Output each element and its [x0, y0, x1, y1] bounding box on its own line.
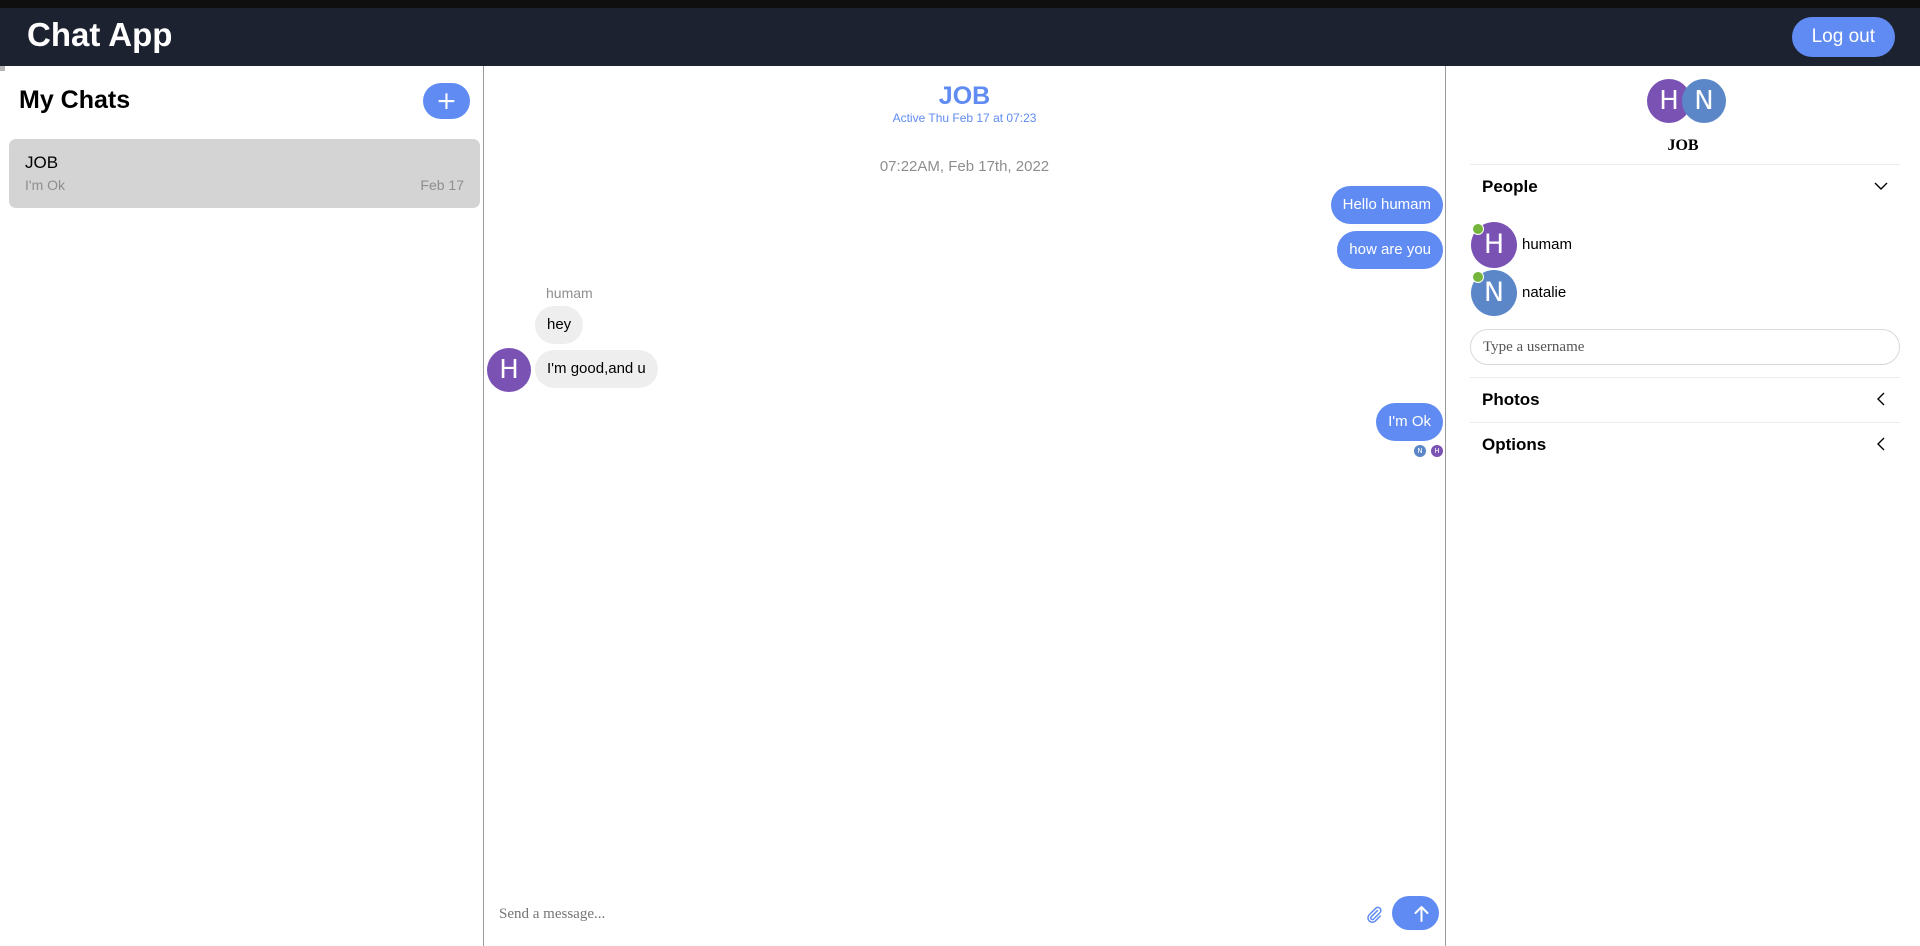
conversation-title: JOB	[938, 82, 991, 110]
chevron-down-icon	[1874, 182, 1888, 190]
chat-last-message: I'm Ok	[25, 177, 66, 193]
chevron-left-icon	[1877, 437, 1885, 451]
message-sender-name: humam	[546, 285, 593, 301]
photos-section-header[interactable]: Photos	[1470, 377, 1900, 422]
my-chats-heading: My Chats	[19, 86, 131, 114]
arrow-up-icon	[1414, 906, 1429, 922]
chat-list-item[interactable]: JOB I'm Ok Feb 17	[9, 139, 480, 208]
online-indicator	[1472, 271, 1484, 283]
people-section-header[interactable]: People	[1470, 164, 1900, 209]
message-input[interactable]	[497, 896, 1321, 932]
incoming-message: hey	[535, 306, 584, 344]
person-name: humam	[1522, 236, 1573, 253]
outgoing-message: how are you	[1337, 231, 1443, 269]
person-name: natalie	[1522, 284, 1567, 301]
chat-name: JOB	[25, 153, 59, 172]
group-avatar: N	[1682, 79, 1726, 123]
app-title: Chat App	[27, 16, 173, 53]
group-avatars: H N	[1647, 79, 1727, 123]
conversation-status: Active Thu Feb 17 at 07:23	[892, 111, 1037, 125]
read-receipt-avatar: H	[1431, 445, 1443, 457]
panel-corner-mark	[0, 66, 5, 71]
incoming-message: I'm good,and u	[535, 350, 658, 388]
paperclip-icon[interactable]	[1364, 904, 1384, 924]
chat-date: Feb 17	[420, 177, 464, 193]
logout-button[interactable]: Log out	[1791, 17, 1895, 57]
read-receipt-avatar: N	[1414, 445, 1426, 457]
photos-heading: Photos	[1482, 390, 1540, 409]
chat-list-panel: My Chats + JOB I'm Ok Feb 17	[0, 66, 484, 946]
chat-details-panel: H N JOB People H humam N natalie Photos …	[1446, 66, 1920, 946]
person-row-humam[interactable]: H humam	[1471, 222, 1871, 268]
send-button[interactable]	[1392, 896, 1439, 930]
conversation-panel: JOB Active Thu Feb 17 at 07:23 07:22AM, …	[484, 66, 1446, 946]
options-heading: Options	[1482, 435, 1547, 454]
person-row-natalie[interactable]: N natalie	[1471, 270, 1871, 316]
sender-avatar[interactable]: H	[487, 348, 531, 392]
online-indicator	[1472, 223, 1484, 235]
group-name: JOB	[1667, 137, 1699, 154]
outgoing-message: Hello humam	[1330, 186, 1443, 224]
outgoing-message: I'm Ok	[1376, 403, 1443, 441]
chevron-left-icon	[1877, 392, 1885, 406]
new-chat-button[interactable]: +	[423, 83, 470, 119]
people-heading: People	[1482, 177, 1538, 196]
message-composer	[484, 886, 1445, 946]
message-timestamp: 07:22AM, Feb 17th, 2022	[879, 158, 1050, 175]
options-section-header[interactable]: Options	[1470, 422, 1900, 467]
add-username-input[interactable]	[1470, 329, 1900, 365]
top-bar: Chat App Log out	[0, 0, 1920, 66]
